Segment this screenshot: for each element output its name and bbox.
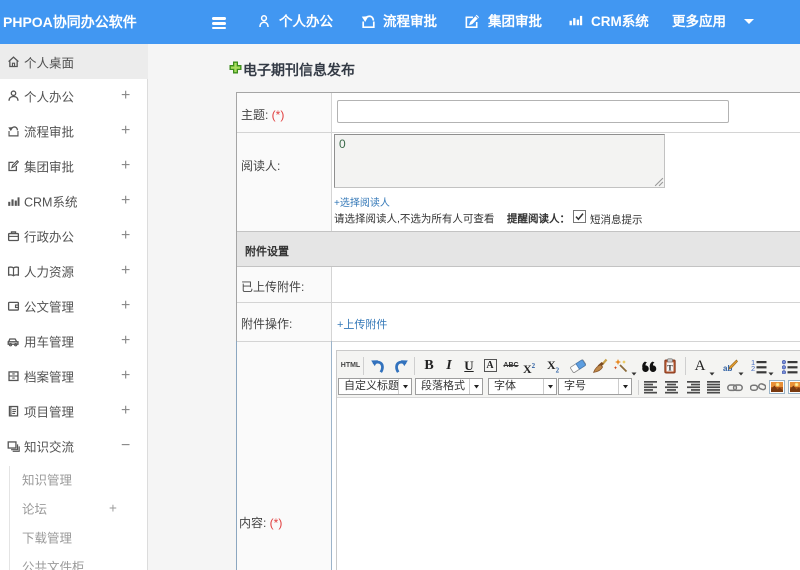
svg-text:T: T [667, 362, 673, 372]
svg-text:2: 2 [751, 364, 755, 373]
